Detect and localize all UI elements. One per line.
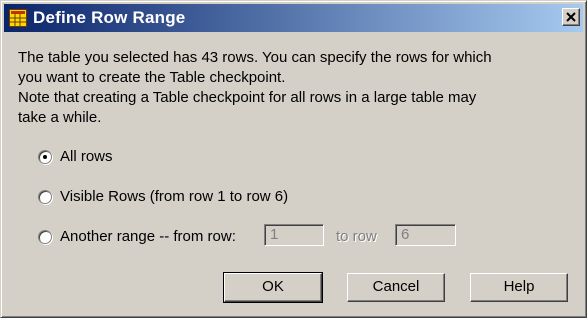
to-row-label: to row (336, 228, 377, 245)
cancel-button[interactable]: Cancel (347, 273, 445, 302)
from-row-input[interactable]: 1 (264, 224, 324, 246)
title-bar[interactable]: Define Row Range (4, 4, 583, 32)
another-range-label: Another range -- from row: (60, 228, 236, 245)
table-grid-icon (9, 9, 27, 27)
message-line-4: take a while. (18, 109, 102, 126)
message-line-2: you want to create the Table checkpoint. (18, 69, 286, 86)
all-rows-label: All rows (60, 148, 113, 165)
message-line-1: The table you selected has 43 rows. You … (18, 49, 492, 66)
to-row-input[interactable]: 6 (395, 224, 456, 246)
ok-button[interactable]: OK (223, 272, 323, 303)
another-range-radio[interactable] (38, 230, 52, 244)
info-message: The table you selected has 43 rows. You … (18, 48, 578, 128)
dialog-title: Define Row Range (33, 8, 186, 27)
help-button[interactable]: Help (470, 273, 568, 302)
visible-rows-label: Visible Rows (from row 1 to row 6) (60, 188, 289, 205)
all-rows-radio[interactable] (38, 150, 52, 164)
close-button[interactable] (562, 8, 580, 26)
close-icon (566, 12, 576, 22)
visible-rows-radio[interactable] (38, 190, 52, 204)
message-line-3: Note that creating a Table checkpoint fo… (18, 89, 477, 106)
define-row-range-dialog: Define Row Range The table you selected … (0, 0, 587, 318)
